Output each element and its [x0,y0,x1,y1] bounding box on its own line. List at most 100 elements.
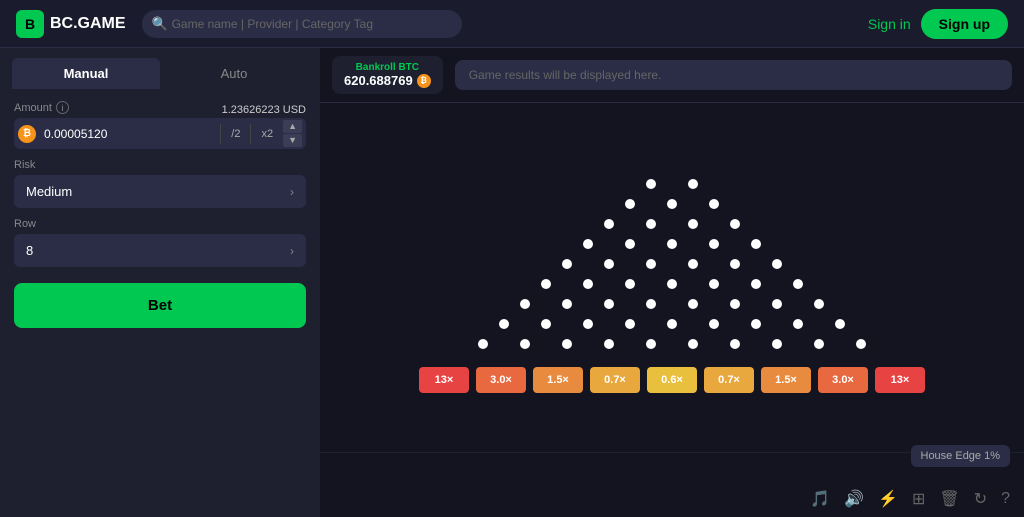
logo: B BC.GAME [16,10,126,38]
bankroll-value: 620.688769 ₿ [344,73,431,88]
peg [688,299,698,309]
peg [499,319,509,329]
peg [667,279,677,289]
game-area: Bankroll BTC 620.688769 ₿ Game results w… [320,48,1024,517]
peg [835,319,845,329]
buckets-row: 13× 3.0× 1.5× 0.7× 0.6× 0.7× 1.5× 3.0× 13× [417,367,927,393]
tabs-bar: Manual Auto [0,48,320,89]
refresh-icon[interactable]: ↻ [974,489,987,509]
chevron-icon: › [290,185,294,199]
peg [730,219,740,229]
amount-usd: 1.23626223 USD [222,104,306,116]
volume-icon[interactable]: 🔊 [844,489,864,509]
peg-row [504,293,840,315]
bucket[interactable]: 1.5× [533,367,583,393]
music-icon[interactable]: 🎵 [810,489,830,509]
plinko-board: 13× 3.0× 1.5× 0.7× 0.6× 0.7× 1.5× 3.0× 13× [417,173,927,393]
grid-icon[interactable]: ⊞ [912,489,925,509]
peg [751,319,761,329]
divider [220,124,221,144]
peg [772,259,782,269]
header-right: Sign in Sign up [868,9,1008,39]
peg [646,339,656,349]
bucket[interactable]: 0.6× [647,367,697,393]
risk-select[interactable]: Medium › [14,175,306,208]
peg [541,319,551,329]
bucket[interactable]: 0.7× [704,367,754,393]
peg [751,239,761,249]
tab-auto[interactable]: Auto [160,58,308,89]
risk-value: Medium [26,184,72,199]
peg [625,319,635,329]
peg [646,299,656,309]
amount-section: Amount i 1.23626223 USD ₿ /2 x2 ▲ ▼ [14,101,306,149]
peg [814,339,824,349]
peg [646,219,656,229]
peg [793,319,803,329]
peg [583,239,593,249]
bucket[interactable]: 1.5× [761,367,811,393]
search-icon: 🔍 [152,16,168,32]
tab-manual[interactable]: Manual [12,58,160,89]
bucket[interactable]: 3.0× [476,367,526,393]
game-header: Bankroll BTC 620.688769 ₿ Game results w… [320,48,1024,103]
peg [604,259,614,269]
peg-row [483,313,861,335]
peg [646,259,656,269]
amount-input[interactable] [40,121,216,147]
peg [541,279,551,289]
trash-icon[interactable]: 🗑 [939,489,959,509]
row-select[interactable]: 8 › [14,234,306,267]
multiply-btn[interactable]: x2 [255,124,279,144]
peg [772,299,782,309]
bankroll-label: Bankroll BTC [344,62,431,73]
peg [604,219,614,229]
peg [583,319,593,329]
signin-button[interactable]: Sign in [868,16,911,32]
peg [814,299,824,309]
peg [646,179,656,189]
amount-info-icon[interactable]: i [56,101,69,114]
btc-icon: ₿ [18,125,36,143]
peg [562,259,572,269]
peg [625,199,635,209]
peg [730,259,740,269]
bucket[interactable]: 3.0× [818,367,868,393]
peg [604,339,614,349]
bucket[interactable]: 0.7× [590,367,640,393]
search-container: 🔍 [142,10,462,38]
search-input[interactable] [142,10,462,38]
peg [625,279,635,289]
header: B BC.GAME 🔍 Sign in Sign up [0,0,1024,48]
bucket[interactable]: 13× [419,367,469,393]
peg [709,199,719,209]
peg [478,339,488,349]
peg [562,299,572,309]
bet-button[interactable]: Bet [14,283,306,328]
signup-button[interactable]: Sign up [921,9,1008,39]
peg [520,299,530,309]
lightning-icon[interactable]: ⚡ [878,489,898,509]
logo-text: BC.GAME [50,15,126,33]
stepper: ▲ ▼ [283,120,302,147]
peg [667,199,677,209]
peg-row [525,273,819,295]
stepper-up[interactable]: ▲ [283,120,302,133]
amount-input-group: ₿ /2 x2 ▲ ▼ [14,118,306,149]
logo-icon: B [16,10,44,38]
row-label: Row [14,218,306,230]
row-value: 8 [26,243,33,258]
bucket[interactable]: 13× [875,367,925,393]
peg [772,339,782,349]
risk-section: Risk Medium › [14,159,306,208]
bankroll-box: Bankroll BTC 620.688769 ₿ [332,56,443,94]
peg [688,219,698,229]
help-icon[interactable]: ? [1001,490,1010,508]
row-chevron-icon: › [290,244,294,258]
stepper-down[interactable]: ▼ [283,134,302,147]
divide-btn[interactable]: /2 [225,124,246,144]
peg [709,279,719,289]
peg [688,179,698,189]
peg-row [546,253,798,275]
peg [688,259,698,269]
